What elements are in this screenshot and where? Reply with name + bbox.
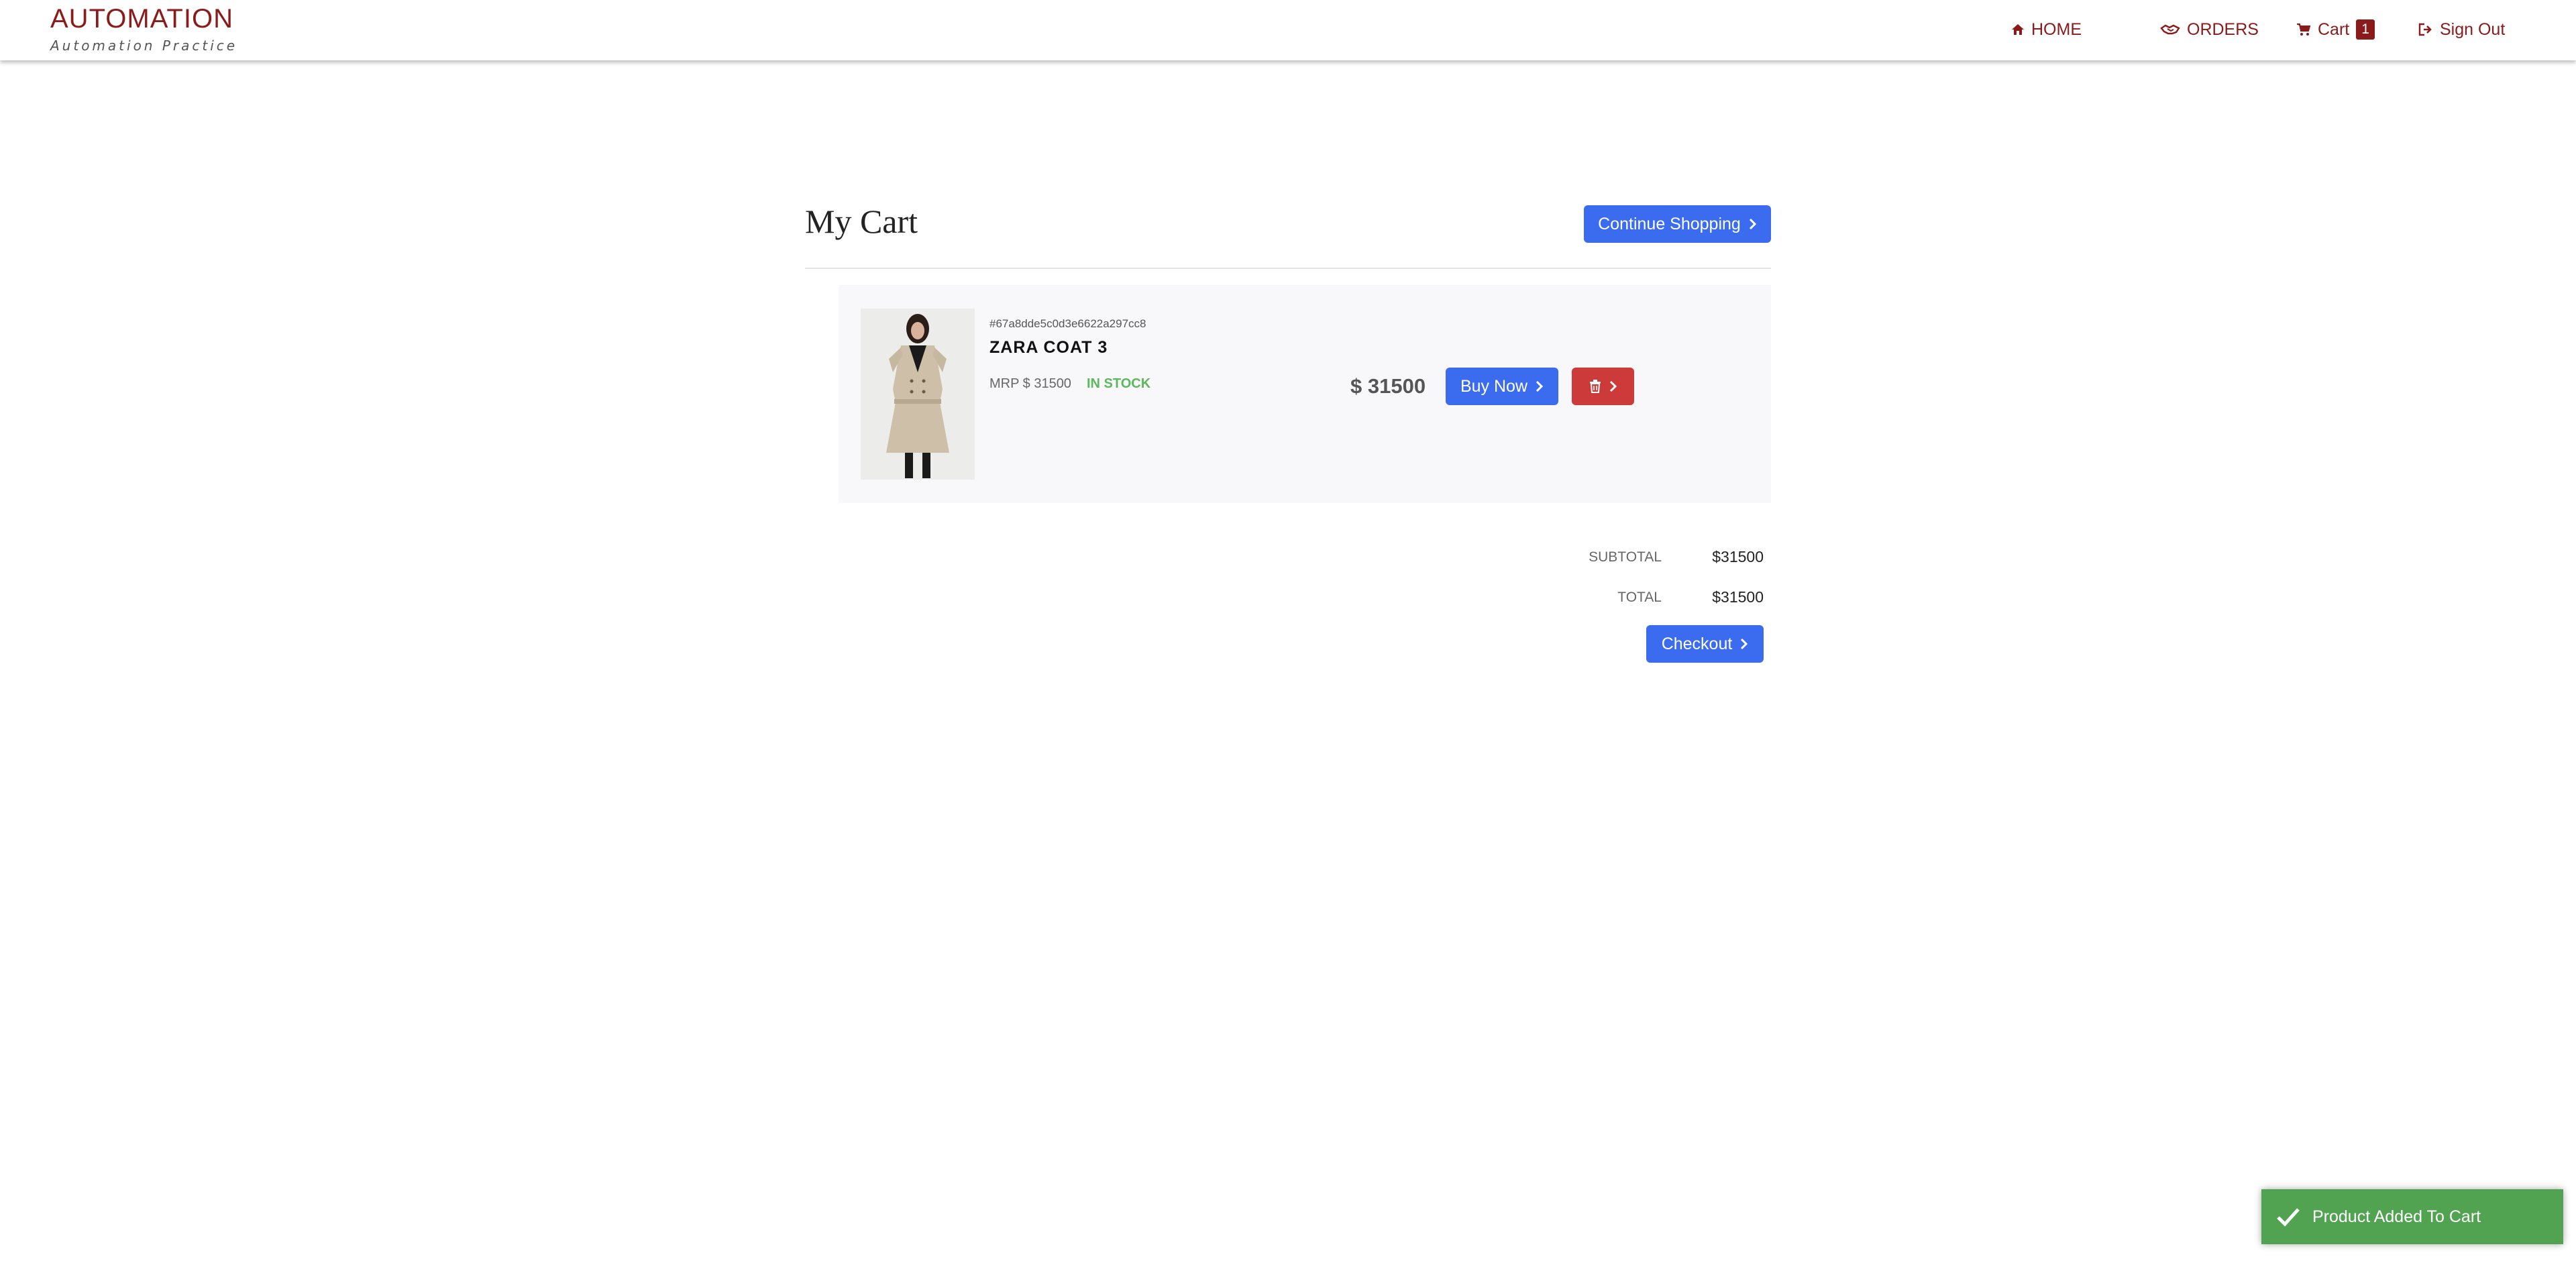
buy-now-button[interactable]: Buy Now bbox=[1446, 368, 1558, 405]
coat-illustration bbox=[861, 309, 975, 480]
checkmark-icon bbox=[2277, 1208, 2300, 1227]
top-navbar: AUTOMATION Automation Practice HOME ORDE… bbox=[0, 0, 2576, 60]
nav-cart-label: Cart bbox=[2318, 19, 2350, 39]
chevron-right-icon bbox=[1741, 638, 1748, 650]
toast-notification[interactable]: Product Added To Cart bbox=[2261, 1189, 2563, 1244]
stock-status: IN STOCK bbox=[1087, 376, 1151, 391]
delete-item-button[interactable] bbox=[1572, 368, 1634, 405]
buy-now-label: Buy Now bbox=[1460, 376, 1528, 396]
trash-icon bbox=[1589, 380, 1601, 393]
heading-divider bbox=[805, 268, 1771, 269]
total-value: $31500 bbox=[1712, 588, 1764, 606]
chevron-right-icon bbox=[1609, 380, 1617, 392]
nav-cart-button[interactable]: Cart 1 bbox=[2296, 17, 2375, 42]
nav-home-button[interactable]: HOME bbox=[2011, 17, 2082, 42]
nav-orders-label: ORDERS bbox=[2187, 19, 2259, 39]
sign-out-icon bbox=[2418, 23, 2432, 36]
nav-home-label: HOME bbox=[2031, 19, 2082, 39]
subtotal-value: $31500 bbox=[1712, 548, 1764, 565]
home-icon bbox=[2012, 24, 2024, 35]
page-title: My Cart bbox=[805, 203, 918, 240]
brand-title: AUTOMATION bbox=[50, 4, 233, 34]
continue-shopping-button[interactable]: Continue Shopping bbox=[1584, 205, 1771, 243]
nav-sign-out-label: Sign Out bbox=[2440, 19, 2506, 39]
checkout-button[interactable]: Checkout bbox=[1646, 625, 1764, 663]
product-price: $ 31500 bbox=[1350, 374, 1426, 398]
continue-shopping-label: Continue Shopping bbox=[1598, 214, 1741, 233]
nav-sign-out-button[interactable]: Sign Out bbox=[2418, 17, 2505, 42]
nav-orders-button[interactable]: ORDERS bbox=[2160, 17, 2259, 42]
product-name: ZARA COAT 3 bbox=[989, 338, 1108, 357]
product-mrp: MRP $ 31500 bbox=[989, 376, 1071, 391]
cart-count-badge: 1 bbox=[2356, 19, 2375, 40]
handshake-icon bbox=[2160, 24, 2180, 35]
checkout-label: Checkout bbox=[1661, 634, 1733, 653]
cart-icon bbox=[2297, 23, 2311, 36]
toast-message: Product Added To Cart bbox=[2312, 1207, 2481, 1226]
product-image bbox=[861, 309, 975, 480]
chevron-right-icon bbox=[1749, 218, 1756, 230]
product-id: #67a8dde5c0d3e6622a297cc8 bbox=[989, 317, 1146, 330]
chevron-right-icon bbox=[1536, 380, 1544, 392]
brand-logo[interactable]: AUTOMATION Automation Practice bbox=[50, 4, 237, 54]
brand-subtitle: Automation Practice bbox=[50, 38, 238, 54]
